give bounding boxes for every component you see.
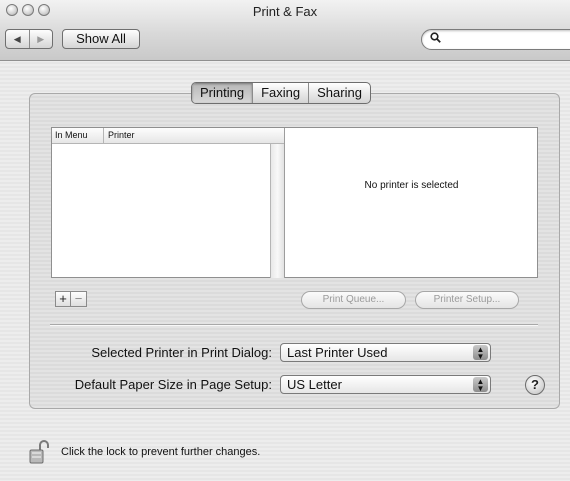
popup-arrows-icon: ▲ ▼ bbox=[473, 377, 488, 393]
print-queue-button[interactable]: Print Queue... bbox=[301, 291, 406, 309]
magnifier-icon bbox=[430, 32, 441, 46]
tab-bar: Printing Faxing Sharing bbox=[191, 82, 371, 104]
printer-detail-message: No printer is selected bbox=[364, 180, 459, 191]
popup-arrows-icon: ▲ ▼ bbox=[473, 345, 488, 361]
tab-printing[interactable]: Printing bbox=[192, 83, 254, 103]
search-input[interactable] bbox=[444, 31, 564, 48]
print-and-fax-window: Print & Fax ◀ ▶ Show All Printing Faxing… bbox=[0, 0, 570, 481]
column-header-in-menu[interactable]: In Menu bbox=[52, 128, 104, 143]
window-title: Print & Fax bbox=[252, 4, 318, 19]
printer-setup-button[interactable]: Printer Setup... bbox=[415, 291, 519, 309]
back-button[interactable]: ◀ bbox=[6, 30, 30, 48]
navigation-buttons: ◀ ▶ bbox=[5, 29, 53, 49]
title-bar: Print & Fax ◀ ▶ Show All bbox=[0, 0, 570, 61]
selected-printer-value: Last Printer Used bbox=[287, 345, 388, 360]
add-remove-controls: + − bbox=[55, 291, 87, 307]
add-printer-button[interactable]: + bbox=[55, 291, 71, 307]
help-button[interactable]: ? bbox=[525, 375, 545, 395]
printer-list-header: In Menu Printer bbox=[52, 128, 284, 144]
column-header-printer[interactable]: Printer bbox=[104, 128, 284, 143]
printer-list-scrollbar[interactable] bbox=[270, 144, 284, 278]
section-separator bbox=[50, 324, 538, 325]
selected-printer-popup[interactable]: Last Printer Used ▲ ▼ bbox=[280, 343, 491, 362]
lock-status-text: Click the lock to prevent further change… bbox=[61, 446, 261, 458]
tab-faxing[interactable]: Faxing bbox=[253, 83, 310, 103]
search-field[interactable] bbox=[421, 29, 570, 50]
list-detail-divider bbox=[284, 128, 285, 278]
paper-size-label: Default Paper Size in Page Setup: bbox=[74, 377, 272, 392]
forward-button[interactable]: ▶ bbox=[30, 30, 53, 48]
show-all-button[interactable]: Show All bbox=[62, 29, 140, 49]
lock-icon[interactable] bbox=[27, 439, 53, 465]
remove-printer-button[interactable]: − bbox=[71, 291, 87, 307]
printer-list[interactable]: In Menu Printer No printer is selected bbox=[51, 127, 538, 278]
selected-printer-label: Selected Printer in Print Dialog: bbox=[91, 345, 272, 360]
paper-size-value: US Letter bbox=[287, 377, 342, 392]
tab-sharing[interactable]: Sharing bbox=[309, 83, 370, 103]
paper-size-popup[interactable]: US Letter ▲ ▼ bbox=[280, 375, 491, 394]
